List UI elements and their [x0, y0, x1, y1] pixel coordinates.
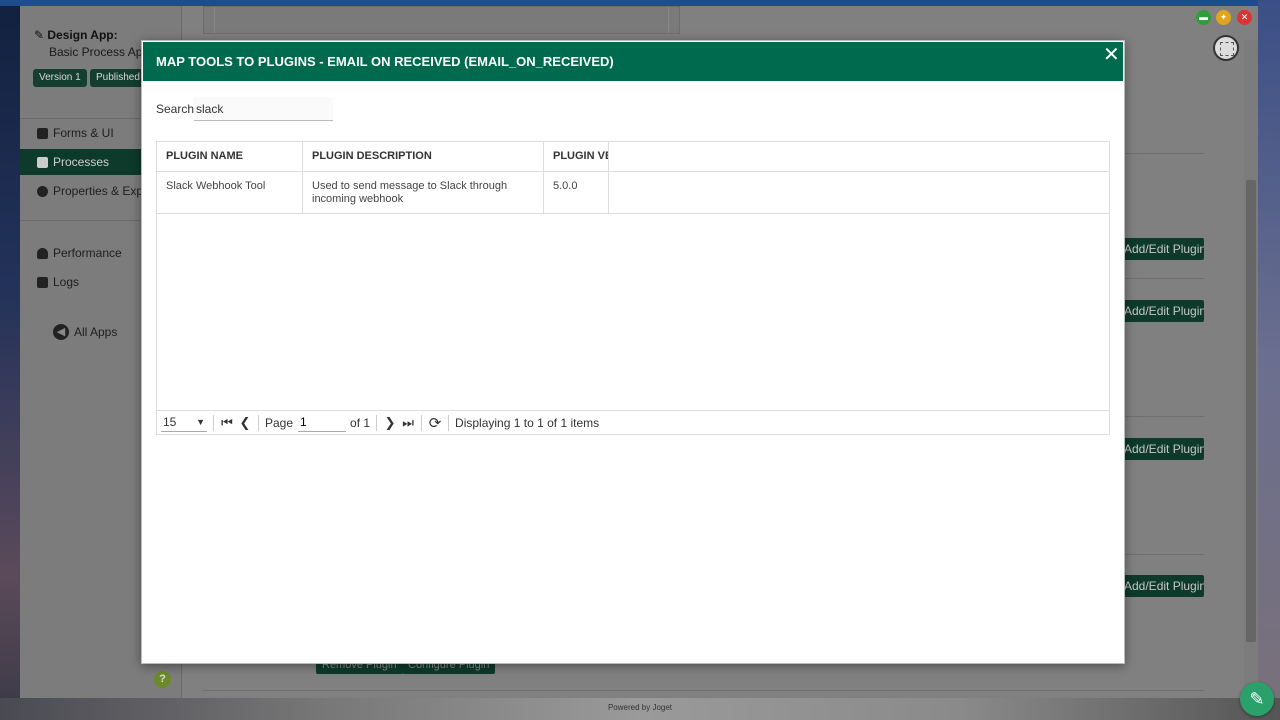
chevron-down-icon: ▼ [196, 417, 205, 427]
version-badge[interactable]: Version 1 [33, 69, 87, 87]
divider [203, 690, 1204, 691]
prev-page-icon[interactable]: ❮ [238, 415, 252, 431]
dialog-title: MAP TOOLS TO PLUGINS - EMAIL ON RECEIVED… [156, 54, 614, 69]
column-header-plugin-description[interactable]: PLUGIN DESCRIPTION [303, 142, 544, 171]
app-name: Basic Process App [49, 45, 150, 59]
page-number-input[interactable] [298, 413, 347, 432]
arrow-left-circle-icon: ◀ [53, 324, 69, 340]
sidebar-item-logs[interactable]: Logs [37, 275, 79, 289]
edit-icon [37, 127, 48, 139]
minimize-icon[interactable]: ▬ [1196, 10, 1211, 25]
pencil-icon[interactable]: ✎ [1240, 682, 1274, 716]
column-header-plugin-version[interactable]: PLUGIN VERSION [544, 142, 609, 171]
divider [1120, 153, 1204, 154]
column-header-plugin-name[interactable]: PLUGIN NAME [157, 142, 303, 171]
edit-plugin-button[interactable]: Add/Edit Plugin [1120, 575, 1204, 597]
cell-plugin-name[interactable]: Slack Webhook Tool [157, 172, 303, 214]
next-page-icon[interactable]: ❯ [383, 415, 397, 431]
scrollbar-thumb[interactable] [1246, 180, 1256, 642]
edit-icon: ✎ [34, 28, 48, 42]
design-app-title: ✎ Design App: [34, 28, 118, 42]
divider [1120, 554, 1204, 555]
close-window-icon[interactable]: ✕ [1237, 10, 1252, 25]
pager-separator [213, 414, 214, 431]
pager-separator [258, 414, 259, 431]
page-label: Page [265, 415, 294, 430]
sidebar-item-forms[interactable]: Forms & UI [37, 126, 114, 140]
sidebar-item-performance[interactable]: Performance [37, 246, 122, 260]
edit-plugin-button[interactable]: Add/Edit Plugin [1120, 300, 1204, 322]
published-badge[interactable]: Published [90, 69, 146, 87]
gear-icon [37, 185, 48, 197]
pager-status: Displaying 1 to 1 of 1 items [455, 415, 600, 430]
last-page-icon[interactable]: ⏭ [401, 415, 415, 431]
grid-icon [37, 156, 48, 168]
all-apps-link[interactable]: ◀ All Apps [53, 324, 117, 340]
desktop-background-left [0, 0, 20, 720]
dialog-header: MAP TOOLS TO PLUGINS - EMAIL ON RECEIVED… [143, 42, 1123, 81]
search-label: Search [156, 102, 195, 116]
dashboard-icon [37, 247, 48, 259]
grid-header: PLUGIN NAME PLUGIN DESCRIPTION PLUGIN VE… [157, 142, 1109, 172]
first-page-icon[interactable]: ⏮ [220, 415, 234, 431]
pager-separator [421, 414, 423, 431]
page-size-select[interactable]: 15 ▼ [161, 414, 207, 432]
divider [1120, 278, 1204, 279]
pagination-bar: 15 ▼ ⏮ ❮ Page of 1 ❯ ⏭ ⟳ Displaying 1 to… [157, 410, 1109, 434]
desktop-background-right [1258, 0, 1280, 720]
table-row[interactable]: Slack Webhook Tool Used to send message … [157, 172, 1109, 214]
edit-plugin-button[interactable]: Add/Edit Plugin [1120, 238, 1204, 260]
edit-plugin-button[interactable]: Add/Edit Plugin [1120, 438, 1204, 460]
scroll-icon [37, 276, 48, 288]
plugin-grid: PLUGIN NAME PLUGIN DESCRIPTION PLUGIN VE… [156, 141, 1110, 435]
refresh-icon[interactable]: ⟳ [428, 414, 442, 432]
avatar[interactable] [1213, 35, 1239, 61]
divider [1120, 416, 1204, 417]
map-tools-dialog: MAP TOOLS TO PLUGINS - EMAIL ON RECEIVED… [141, 40, 1125, 664]
process-canvas-preview [203, 6, 680, 34]
page-count: of 1 [350, 415, 371, 430]
pin-icon[interactable]: ✦ [1216, 10, 1231, 25]
search-input[interactable] [194, 97, 333, 121]
cell-plugin-version[interactable]: 5.0.0 [544, 172, 609, 214]
cell-plugin-description[interactable]: Used to send message to Slack through in… [303, 172, 544, 214]
help-icon[interactable]: ? [154, 671, 171, 688]
close-icon[interactable]: ✕ [1103, 45, 1120, 65]
pager-separator [448, 414, 450, 431]
powered-by-text: Powered by Joget [607, 703, 673, 712]
pager-separator [376, 414, 378, 431]
